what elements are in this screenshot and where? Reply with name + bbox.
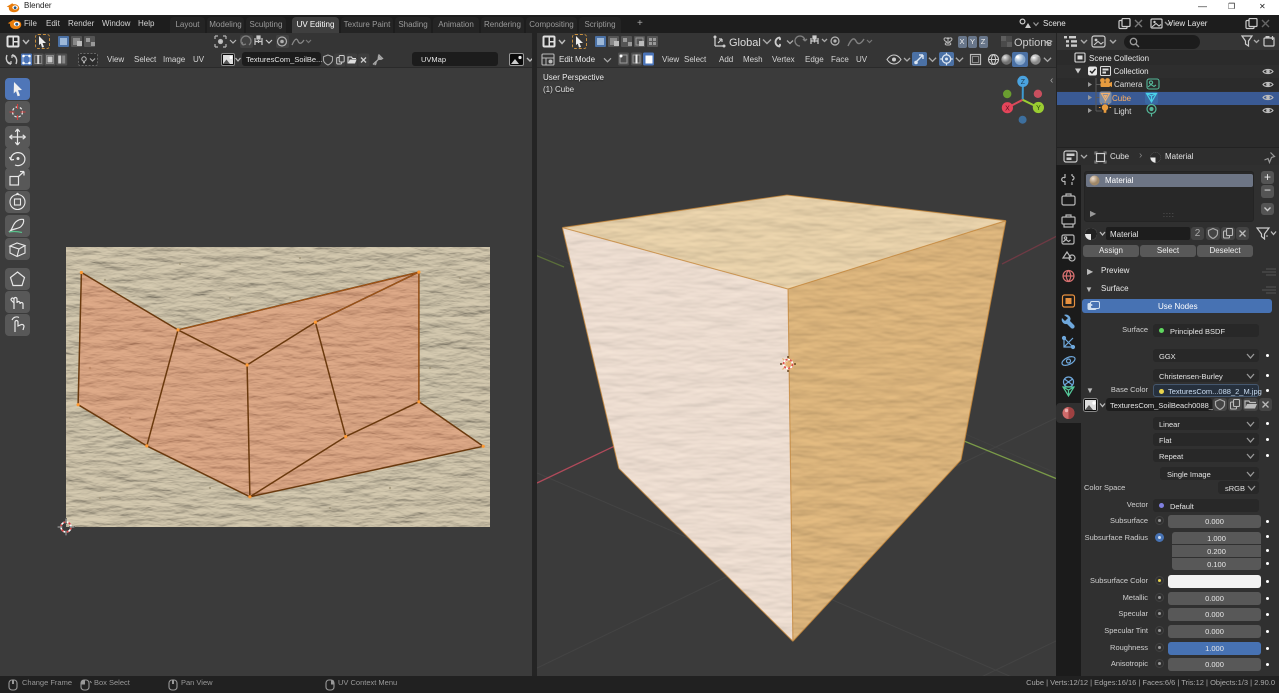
svg-text:Y: Y [1036, 105, 1041, 112]
svg-text:X: X [1005, 105, 1010, 112]
svg-text:Z: Z [1021, 79, 1026, 86]
